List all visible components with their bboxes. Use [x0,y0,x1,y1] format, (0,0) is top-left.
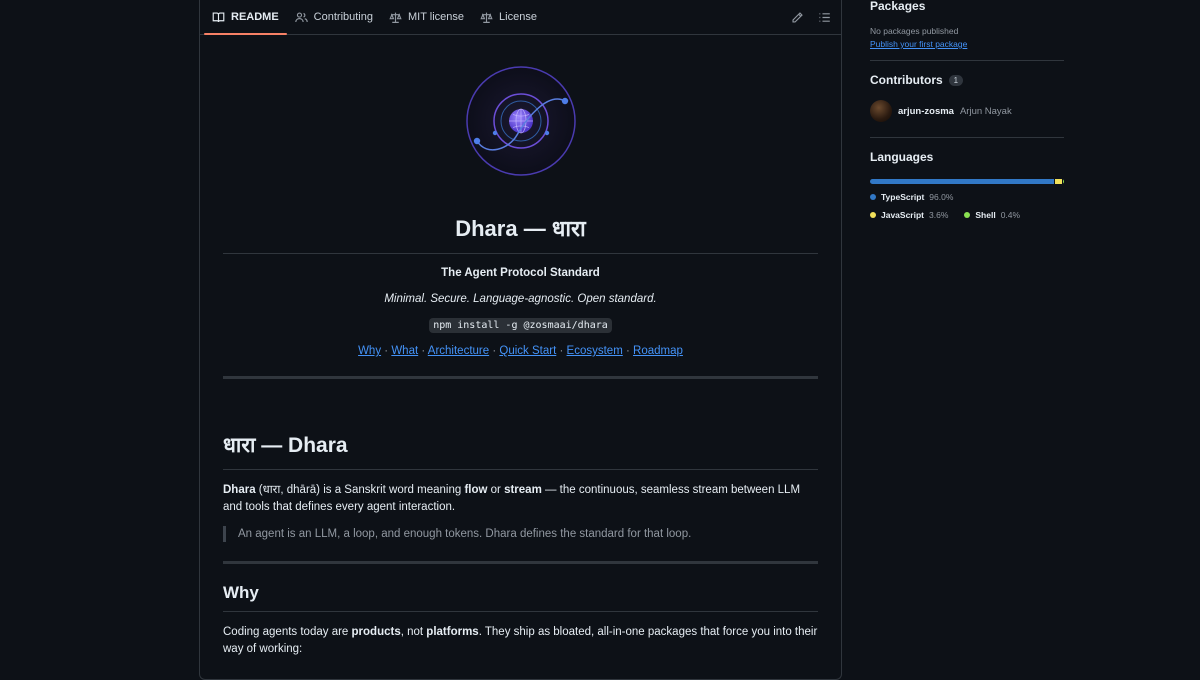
law-icon [389,12,402,23]
why-paragraph: Coding agents today are products, not pl… [223,624,818,658]
section-heading-dhara: धारा — Dhara [223,431,818,470]
nav-separator: · [421,345,426,357]
why-bold: products [351,626,401,638]
language-bar-segment [1063,179,1064,184]
project-title: Dhara — धारा [223,213,818,254]
section-divider [223,561,818,564]
readme-nav-links: Why · What · Architecture · Quick Start … [223,345,818,357]
pencil-icon[interactable] [791,11,804,24]
book-icon [212,11,225,22]
contributors-count-badge: 1 [948,74,964,86]
section-divider [223,376,818,379]
tab-mit-license[interactable]: MIT license [381,0,472,34]
tab-label: Contributing [313,11,373,23]
language-percent: 96.0% [929,192,954,202]
nav-link-roadmap[interactable]: Roadmap [633,345,683,357]
nav-separator: · [384,345,389,357]
language-list: TypeScript 96.0% JavaScript 3.6% Shell 0… [870,192,1064,220]
language-item-shell[interactable]: Shell 0.4% [964,210,1020,220]
tab-label: README [231,11,279,23]
language-item-typescript[interactable]: TypeScript 96.0% [870,192,1064,202]
tab-label: MIT license [408,11,465,23]
language-color-dot [870,194,876,200]
sidebar-divider [870,137,1064,138]
language-percent: 0.4% [1000,210,1021,220]
contributors-heading-label: Contributors [870,73,943,87]
contributor-login[interactable]: arjun-zosma [898,106,954,117]
dhara-logo-icon [465,66,576,176]
nav-link-why[interactable]: Why [358,345,381,357]
language-bar-segment [1055,179,1063,184]
intro-bold: stream [504,484,542,496]
language-bar-segment [870,179,1055,184]
repo-sidebar: Packages No packages published Publish y… [870,0,1064,220]
install-command-code: npm install -g @zosmaai/dhara [429,318,612,333]
readme-body: Dhara — धारा The Agent Protocol Standard… [200,35,841,658]
language-name: TypeScript [881,192,925,202]
nav-link-quick-start[interactable]: Quick Start [499,345,556,357]
readme-card: README Contributing MIT license License [199,0,842,680]
nav-separator: · [492,345,497,357]
list-icon[interactable] [818,11,831,24]
packages-empty-text: No packages published [870,26,959,36]
contributors-heading[interactable]: Contributors 1 [870,73,1064,87]
publish-package-link[interactable]: Publish your first package [870,39,1064,49]
nav-link-what[interactable]: What [391,345,418,357]
packages-heading-label: Packages [870,0,926,13]
section-heading-why: Why [223,583,818,612]
languages-heading: Languages [870,150,1064,164]
why-bold: platforms [426,626,479,638]
law-icon [480,12,493,23]
why-text: Coding agents today are [223,626,352,638]
avatar[interactable] [870,100,892,122]
tab-contributing[interactable]: Contributing [287,0,381,34]
project-subtitle: Minimal. Secure. Language-agnostic. Open… [384,293,657,305]
nav-separator: · [559,345,564,357]
project-logo [223,35,818,183]
language-percent: 3.6% [929,210,949,220]
tab-label: License [499,11,537,23]
contributor-name: Arjun Nayak [959,105,1012,117]
packages-heading[interactable]: Packages [870,0,1064,13]
tab-actions [791,0,831,35]
intro-paragraph: Dhara (धारा, dhārā) is a Sanskrit word m… [223,482,818,516]
language-name: Shell [975,210,996,220]
project-tagline: The Agent Protocol Standard [441,267,600,279]
intro-bold: flow [464,484,488,496]
nav-link-architecture[interactable]: Architecture [428,345,489,357]
language-name: JavaScript [881,210,924,220]
intro-text: (धारा, dhārā) is a Sanskrit word meaning [255,484,465,496]
sidebar-divider [870,60,1064,61]
intro-bold: Dhara [223,484,256,496]
language-bar [870,179,1064,184]
why-text: , not [400,626,427,638]
language-color-dot [870,212,876,218]
install-command: npm install -g @zosmaai/dhara [223,318,818,333]
contributor-item[interactable]: arjun-zosma Arjun Nayak [870,100,1064,122]
quote-block: An agent is an LLM, a loop, and enough t… [223,526,818,542]
language-item-javascript[interactable]: JavaScript 3.6% [870,210,948,220]
people-icon [294,11,308,22]
nav-link-ecosystem[interactable]: Ecosystem [567,345,623,357]
tab-license[interactable]: License [472,0,545,34]
readme-tabbar: README Contributing MIT license License [200,0,841,35]
intro-text: or [487,484,505,496]
tab-readme[interactable]: README [204,0,287,35]
nav-separator: · [625,345,630,357]
language-color-dot [964,212,971,218]
languages-heading-label: Languages [870,150,934,164]
